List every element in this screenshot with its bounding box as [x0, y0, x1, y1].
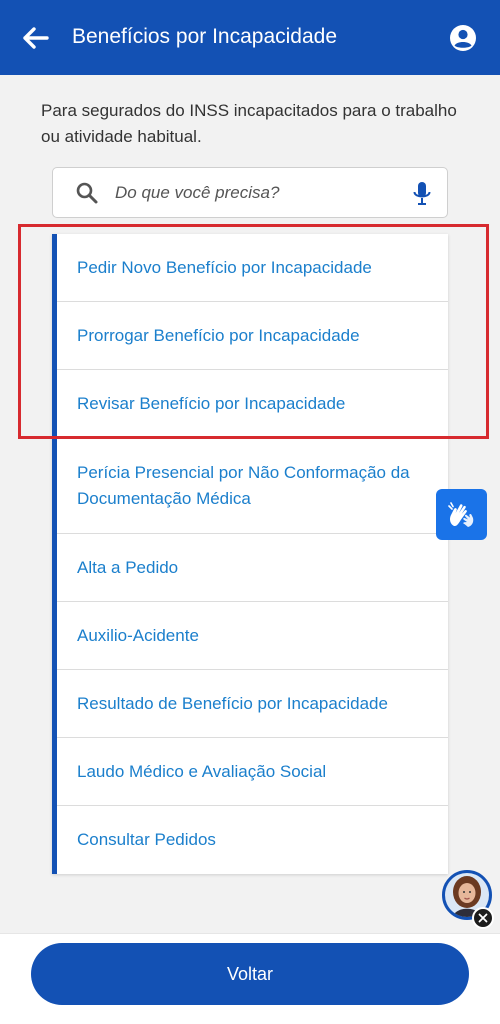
service-list: Pedir Novo Benefício por Incapacidade Pr…: [52, 234, 448, 874]
app-header: Benefícios por Incapacidade: [0, 0, 500, 75]
microphone-icon[interactable]: [410, 180, 434, 213]
account-circle-icon[interactable]: [446, 21, 480, 55]
list-item-revisar-beneficio[interactable]: Revisar Benefício por Incapacidade: [57, 370, 448, 438]
close-icon[interactable]: [472, 907, 494, 929]
list-item-alta-a-pedido[interactable]: Alta a Pedido: [57, 534, 448, 602]
search-input[interactable]: [115, 168, 395, 217]
list-item-laudo-medico[interactable]: Laudo Médico e Avaliação Social: [57, 738, 448, 806]
voltar-button[interactable]: Voltar: [31, 943, 469, 1005]
page-description: Para segurados do INSS incapacitados par…: [41, 101, 457, 146]
sign-language-hands-icon[interactable]: [436, 489, 487, 540]
list-item-consultar-pedidos[interactable]: Consultar Pedidos: [57, 806, 448, 874]
back-arrow-icon[interactable]: [18, 20, 54, 56]
page-title: Benefícios por Incapacidade: [72, 25, 338, 48]
list-item-pedir-novo-beneficio[interactable]: Pedir Novo Benefício por Incapacidade: [57, 234, 448, 302]
search-bar[interactable]: [52, 167, 448, 218]
list-item-pericia-presencial[interactable]: Perícia Presencial por Não Conformação d…: [57, 438, 448, 534]
list-item-auxilio-acidente[interactable]: Auxilio-Acidente: [57, 602, 448, 670]
search-icon: [75, 181, 99, 205]
list-item-resultado-beneficio[interactable]: Resultado de Benefício por Incapacidade: [57, 670, 448, 738]
list-item-prorrogar-beneficio[interactable]: Prorrogar Benefício por Incapacidade: [57, 302, 448, 370]
